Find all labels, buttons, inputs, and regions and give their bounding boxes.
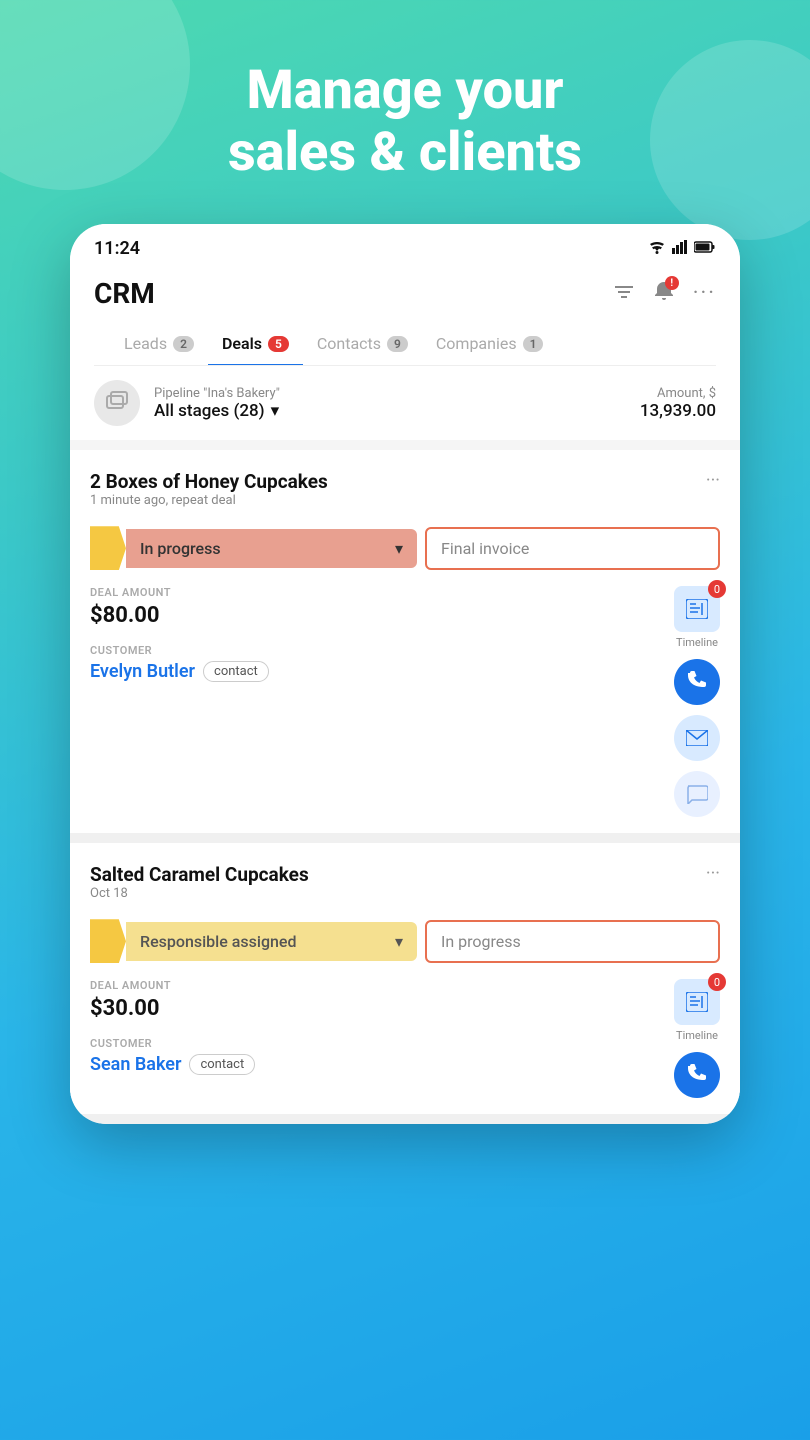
tab-deals[interactable]: Deals 5 [208,322,303,365]
deal-card-1: 2 Boxes of Honey Cupcakes 1 minute ago, … [70,450,740,833]
deal-1-details: DEAL AMOUNT $80.00 CUSTOMER Evelyn Butle… [90,586,720,833]
deal-2-timeline-icon[interactable]: 0 [674,979,720,1025]
phone-frame: 11:24 CRM ! ··· [70,224,740,1124]
bg-decoration-2 [650,40,810,240]
hero-line1: Manage your [228,60,582,122]
timeline-badge-1: 0 [708,580,726,598]
tab-contacts-badge: 9 [387,336,408,352]
deal-2-next-stage: In progress [425,920,720,963]
deal-1-message-btn[interactable] [674,771,720,817]
pipeline-avatar [94,380,140,426]
status-time: 11:24 [94,238,140,259]
deal-1-arrow [90,526,126,570]
pipeline-stages[interactable]: All stages (28) ▾ [154,401,280,421]
deal-2-amount-label: DEAL AMOUNT [90,979,674,992]
pipeline-amount: Amount, $ 13,939.00 [640,386,716,421]
tab-deals-label: Deals [222,334,262,353]
pipeline-info: Pipeline "Ina's Bakery" All stages (28) … [94,380,280,426]
tabs-container: Leads 2 Deals 5 Contacts 9 Companies 1 [94,322,716,366]
deal-1-amount-label: DEAL AMOUNT [90,586,674,599]
hero-text: Manage your sales & clients [228,60,582,184]
amount-value: 13,939.00 [640,401,716,421]
chevron-down-icon: ▾ [271,401,280,421]
deal-2-details: DEAL AMOUNT $30.00 CUSTOMER Sean Baker c… [90,979,720,1114]
deal-2-header: Salted Caramel Cupcakes Oct 18 ··· [90,863,720,915]
notification-icon[interactable]: ! [653,280,675,307]
deal-1-meta: 1 minute ago, repeat deal [90,493,328,508]
deal-2-call-btn[interactable] [674,1052,720,1098]
deal-1-timeline-btn[interactable]: 0 Timeline [674,586,720,649]
deal-1-stage-select[interactable]: In progress ▾ [126,529,417,568]
pipeline-name: Pipeline "Ina's Bakery" [154,386,280,401]
deal-1-call-btn[interactable] [674,659,720,705]
deal-1-info: DEAL AMOUNT $80.00 CUSTOMER Evelyn Butle… [90,586,674,682]
tab-companies[interactable]: Companies 1 [422,322,558,365]
pipeline-bar: Pipeline "Ina's Bakery" All stages (28) … [70,366,740,440]
hero-line2: sales & clients [228,122,582,184]
deal-1-email-btn[interactable] [674,715,720,761]
tab-companies-badge: 1 [523,336,544,352]
bg-decoration-1 [0,0,190,190]
tab-contacts-label: Contacts [317,334,381,353]
filter-icon[interactable] [613,282,635,306]
deal-2-stage-row: Responsible assigned ▾ In progress [90,919,720,963]
deal-2-meta: Oct 18 [90,886,309,901]
deal-1-amount-value: $80.00 [90,603,674,628]
deal-2-timeline-btn[interactable]: 0 Timeline [674,979,720,1042]
timeline-badge-2: 0 [708,973,726,991]
deal-2-customer-name[interactable]: Sean Baker [90,1054,181,1075]
tab-contacts[interactable]: Contacts 9 [303,322,422,365]
battery-icon [694,239,716,258]
deal-2-stage-select[interactable]: Responsible assigned ▾ [126,922,417,961]
deal-2-customer-label: CUSTOMER [90,1037,674,1050]
tab-leads[interactable]: Leads 2 [110,322,208,365]
status-bar: 11:24 [70,224,740,269]
deal-2-title: Salted Caramel Cupcakes [90,863,309,886]
deal-2-info: DEAL AMOUNT $30.00 CUSTOMER Sean Baker c… [90,979,674,1075]
deal-1-more-icon[interactable]: ··· [706,470,720,491]
deal-1-next-stage: Final invoice [425,527,720,570]
deal-2-actions: 0 Timeline [674,979,720,1098]
status-icons [648,239,716,258]
stage-2-dropdown-icon: ▾ [395,932,403,951]
app-title: CRM [94,277,155,310]
deals-list: 2 Boxes of Honey Cupcakes 1 minute ago, … [70,450,740,1124]
more-options-icon[interactable]: ··· [693,281,716,306]
deal-2-amount-value: $30.00 [90,996,674,1021]
deal-1-title: 2 Boxes of Honey Cupcakes [90,470,328,493]
deal-2-arrow [90,919,126,963]
deal-2-more-icon[interactable]: ··· [706,863,720,884]
deal-1-customer-label: CUSTOMER [90,644,674,657]
wifi-icon [648,240,666,258]
deal-1-header: 2 Boxes of Honey Cupcakes 1 minute ago, … [90,470,720,522]
deal-1-stage-row: In progress ▾ Final invoice [90,526,720,570]
deal-2-contact-badge: contact [189,1054,255,1075]
tab-companies-label: Companies [436,334,517,353]
header-row: CRM ! ··· [94,277,716,322]
signal-icon [672,239,688,258]
tab-leads-badge: 2 [173,336,194,352]
timeline-label-2: Timeline [676,1029,718,1042]
deal-1-customer-name[interactable]: Evelyn Butler [90,661,195,682]
tab-leads-label: Leads [124,334,167,353]
tab-deals-badge: 5 [268,336,289,352]
deal-1-actions: 0 Timeline [674,586,720,817]
app-header: CRM ! ··· Leads 2 Deals 5 [70,269,740,366]
timeline-label-1: Timeline [676,636,718,649]
deal-card-2: Salted Caramel Cupcakes Oct 18 ··· Respo… [70,843,740,1114]
amount-label: Amount, $ [640,386,716,401]
header-actions: ! ··· [613,280,716,307]
stage-dropdown-icon: ▾ [395,539,403,558]
deal-1-contact-badge: contact [203,661,269,682]
timeline-icon[interactable]: 0 [674,586,720,632]
